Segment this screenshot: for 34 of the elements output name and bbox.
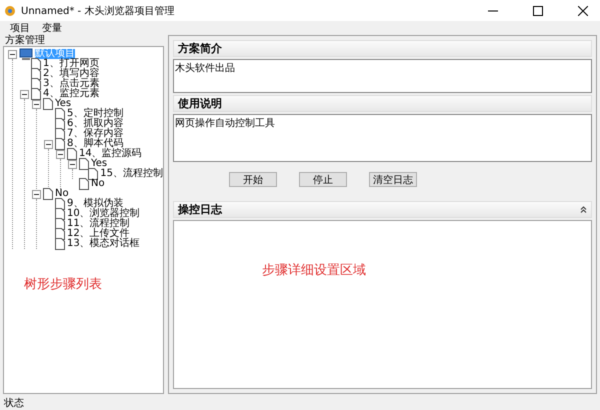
tree-item[interactable]: 5、定时控制: [67, 109, 124, 119]
action-button[interactable]: 开始: [229, 172, 277, 187]
section-title: 方案简介: [178, 41, 222, 56]
tree-item[interactable]: 3、点击元素: [43, 79, 100, 89]
action-button[interactable]: 清空日志: [369, 172, 417, 187]
tree-item[interactable]: 1、打开网页: [43, 59, 100, 69]
tree-item[interactable]: 11、流程控制: [67, 219, 130, 229]
annotation: 步骤详细设置区域: [262, 262, 366, 279]
section-title: 使用说明: [178, 96, 222, 111]
tree-item[interactable]: 13、模态对话框: [67, 239, 140, 249]
menu-item[interactable]: 变量: [42, 21, 62, 35]
tree-item[interactable]: 6、抓取内容: [67, 119, 124, 129]
action-button[interactable]: 停止: [299, 172, 347, 187]
intro-field[interactable]: 木头软件出品: [173, 59, 592, 93]
tree-item[interactable]: 2、填写内容: [43, 69, 100, 79]
tree-item[interactable]: 7、保存内容: [67, 129, 124, 139]
tree-item[interactable]: 8、脚本代码: [67, 139, 124, 149]
tree-item[interactable]: Yes: [91, 159, 108, 169]
menu-item[interactable]: 项目: [10, 21, 30, 35]
status-text: 状态: [4, 396, 24, 410]
tree-item[interactable]: 15、流程控制: [100, 169, 163, 179]
tree-item[interactable]: 10、浏览器控制: [67, 209, 140, 219]
tree-item[interactable]: No: [91, 179, 105, 189]
section-title: 操控日志: [178, 202, 222, 217]
usage-field[interactable]: 网页操作自动控制工具: [173, 114, 592, 162]
window-title: Unnamed* - 木头浏览器项目管理: [21, 4, 174, 18]
tree-item[interactable]: 12、上传文件: [67, 229, 130, 239]
tree-item[interactable]: No: [55, 189, 69, 199]
panel-title: 方案管理: [4, 35, 46, 46]
tree-item[interactable]: 9、模拟伪装: [67, 199, 124, 209]
tree-item[interactable]: Yes: [55, 99, 72, 109]
tree-item[interactable]: 4、监控元素: [43, 89, 100, 99]
annotation: 树形步骤列表: [24, 276, 102, 293]
tree-item[interactable]: 14、监控源码: [79, 149, 142, 159]
